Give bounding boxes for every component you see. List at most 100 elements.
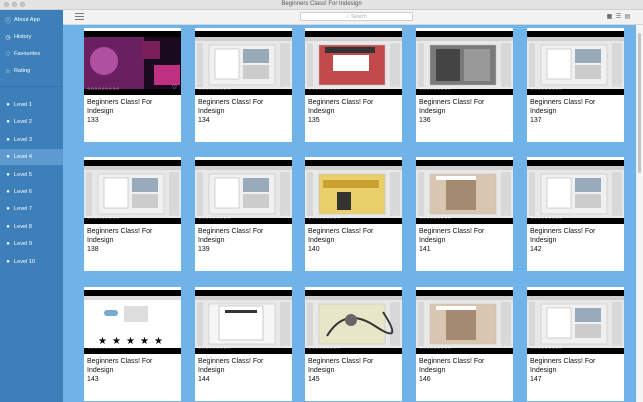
video-card[interactable]: ☆☆☆☆☆☆☆☆☆ ♡ Beginners Class! For Indesign 1… — [84, 157, 181, 271]
rating-stars-icon: ☆☆☆☆☆☆☆☆☆ — [87, 345, 120, 350]
list-view-icon[interactable]: ☰ — [615, 13, 622, 20]
detail-view-icon[interactable]: ▤ — [624, 13, 631, 20]
svg-text:★: ★ — [140, 336, 149, 347]
favourite-heart-icon[interactable]: ♡ — [504, 213, 509, 220]
favourite-heart-icon[interactable]: ♡ — [393, 213, 398, 220]
favourite-heart-icon[interactable]: ♡ — [393, 343, 398, 350]
video-thumbnail[interactable]: ☆☆☆☆☆☆☆☆☆ ♡ — [527, 160, 624, 224]
sidebar-item-level-1[interactable]: ● Level 1 — [0, 97, 63, 113]
rating-stars-icon: ☆☆☆☆☆☆☆☆☆ — [87, 215, 120, 220]
video-title: Beginners Class! For Indesign 145 — [308, 357, 400, 384]
sidebar-item-level-5[interactable]: ● Level 5 — [0, 167, 63, 183]
favourite-heart-icon[interactable]: ♡ — [504, 343, 509, 350]
video-card[interactable]: ☆☆☆☆☆☆☆☆☆ ♡ Beginners Class! For Indesign 1… — [527, 157, 624, 271]
video-grid: ☆☆☆☆☆☆☆☆☆ ♡ Beginners Class! For Indesign 1… — [63, 25, 636, 402]
video-card[interactable]: ☆☆☆☆☆☆☆☆☆ ♡ Beginners Class! For Indesign 1… — [195, 287, 292, 401]
video-title: Beginners Class! For Indesign 147 — [530, 357, 622, 384]
sidebar-item-level-2[interactable]: ● Level 2 — [0, 114, 63, 130]
video-title-text: Beginners Class! For Indesign — [198, 358, 264, 374]
sidebar-item-label: About App — [14, 17, 40, 23]
favourite-heart-icon[interactable]: ♡ — [615, 343, 620, 350]
thumbnail-frame — [527, 37, 624, 89]
sidebar-item-label: Level 7 — [14, 206, 33, 213]
video-card[interactable]: ☆☆☆☆☆☆☆☆☆ ♡ Beginners Class! For Indesign 1… — [416, 28, 513, 142]
sidebar-item-level-4[interactable]: ● Level 4 — [0, 149, 63, 166]
video-card[interactable]: ☆☆☆☆☆☆☆☆☆ ♡ Beginners Class! For Indesign 1… — [416, 287, 513, 401]
star-icon: ☆ — [5, 68, 11, 75]
video-thumbnail[interactable]: ☆☆☆☆☆☆☆☆☆ ♡ — [416, 160, 513, 224]
sidebar-item-level-6[interactable]: ● Level 6 — [0, 184, 63, 200]
scrollbar-thumb[interactable] — [638, 33, 641, 173]
video-thumbnail[interactable]: ☆☆☆☆☆☆☆☆☆ ♡ — [527, 290, 624, 354]
thumbnail-frame — [195, 296, 292, 348]
video-thumbnail[interactable]: ☆☆☆☆☆☆☆☆☆ ♡ — [195, 290, 292, 354]
grid-view-icon[interactable]: ▦ — [606, 13, 613, 20]
video-thumbnail[interactable]: ☆☆☆☆☆☆☆☆☆ ♡ — [416, 31, 513, 95]
sidebar-item-history[interactable]: ◷ History — [0, 29, 63, 45]
video-number: 146 — [419, 376, 431, 383]
video-card[interactable]: ☆☆☆☆☆☆☆☆☆ ♡ Beginners Class! For Indesign 1… — [305, 28, 402, 142]
video-thumbnail[interactable]: ☆☆☆☆☆☆☆☆☆ ♡ — [195, 31, 292, 95]
search-input[interactable]: ⌕ Search — [300, 12, 413, 21]
sidebar-item-about-app[interactable]: ⓘ About App — [0, 12, 63, 28]
video-thumbnail[interactable]: ☆☆☆☆☆☆☆☆☆ ♡ — [84, 160, 181, 224]
video-thumbnail[interactable]: ☆☆☆☆☆☆☆☆☆ ♡ — [305, 31, 402, 95]
video-thumbnail[interactable]: ★ ★ ★ ★ ★ ☆☆☆☆☆☆☆☆☆ ♡ — [84, 290, 181, 354]
video-thumbnail[interactable]: ☆☆☆☆☆☆☆☆☆ ♡ — [305, 160, 402, 224]
video-card[interactable]: ☆☆☆☆☆☆☆☆☆ ♡ Beginners Class! For Indesign 1… — [84, 28, 181, 142]
sidebar-item-rating[interactable]: ☆ Rating — [0, 63, 63, 79]
video-card[interactable]: ☆☆☆☆☆☆☆☆☆ ♡ Beginners Class! For Indesign 1… — [195, 157, 292, 271]
sidebar-item-level-8[interactable]: ● Level 8 — [0, 219, 63, 235]
video-thumbnail[interactable]: ☆☆☆☆☆☆☆☆☆ ♡ — [84, 31, 181, 95]
favourite-heart-icon[interactable]: ♡ — [283, 343, 288, 350]
favourite-heart-icon[interactable]: ♡ — [615, 213, 620, 220]
favourite-heart-icon[interactable]: ♡ — [172, 213, 177, 220]
video-card[interactable]: ☆☆☆☆☆☆☆☆☆ ♡ Beginners Class! For Indesign 1… — [416, 157, 513, 271]
video-thumbnail[interactable]: ☆☆☆☆☆☆☆☆☆ ♡ — [527, 31, 624, 95]
favourite-heart-icon[interactable]: ♡ — [172, 84, 177, 91]
video-card[interactable]: ☆☆☆☆☆☆☆☆☆ ♡ Beginners Class! For Indesign 1… — [305, 157, 402, 271]
video-thumbnail[interactable]: ☆☆☆☆☆☆☆☆☆ ♡ — [416, 290, 513, 354]
thumbnail-frame — [195, 37, 292, 89]
rating-stars-icon: ☆☆☆☆☆☆☆☆☆ — [198, 215, 231, 220]
screenshot-image — [527, 296, 624, 348]
circle-icon: ● — [6, 154, 10, 161]
favourite-heart-icon[interactable]: ♡ — [283, 84, 288, 91]
thumbnail-frame: ★ ★ ★ ★ ★ — [84, 296, 181, 348]
sidebar-item-level-9[interactable]: ● Level 9 — [0, 236, 63, 252]
screenshot-image — [305, 166, 402, 218]
thumbnail-frame — [195, 166, 292, 218]
video-thumbnail[interactable]: ☆☆☆☆☆☆☆☆☆ ♡ — [195, 160, 292, 224]
thumbnail-frame — [305, 37, 402, 89]
scrollbar[interactable] — [637, 25, 643, 402]
video-title-text: Beginners Class! For Indesign — [419, 99, 485, 115]
favourite-heart-icon[interactable]: ♡ — [504, 84, 509, 91]
sidebar-item-level-10[interactable]: ● Level 10 — [0, 254, 63, 270]
video-title-text: Beginners Class! For Indesign — [308, 99, 374, 115]
favourite-heart-icon[interactable]: ♡ — [393, 84, 398, 91]
search-icon: ⌕ — [346, 13, 349, 20]
screenshot-image — [305, 296, 402, 348]
sidebar-item-level-3[interactable]: ● Level 3 — [0, 132, 63, 148]
video-card[interactable]: ☆☆☆☆☆☆☆☆☆ ♡ Beginners Class! For Indesign 1… — [527, 287, 624, 401]
favourite-heart-icon[interactable]: ♡ — [615, 84, 620, 91]
favourite-heart-icon[interactable]: ♡ — [283, 213, 288, 220]
rating-stars-icon: ☆☆☆☆☆☆☆☆☆ — [419, 345, 452, 350]
sidebar-item-label: Favourites — [14, 51, 41, 57]
video-title-text: Beginners Class! For Indesign — [87, 358, 153, 374]
screenshot-image — [195, 37, 292, 89]
favourite-heart-icon[interactable]: ♡ — [172, 343, 177, 350]
circle-icon: ● — [6, 223, 10, 230]
video-card[interactable]: ☆☆☆☆☆☆☆☆☆ ♡ Beginners Class! For Indesign 1… — [527, 28, 624, 142]
video-title: Beginners Class! For Indesign 146 — [419, 357, 511, 384]
sidebar-item-favourites[interactable]: ♡ Favourites — [0, 46, 63, 62]
menu-icon[interactable] — [75, 13, 84, 20]
window-title: Beginners Class! For Indesign — [281, 1, 362, 7]
video-title: Beginners Class! For Indesign 142 — [530, 227, 622, 254]
video-thumbnail[interactable]: ☆☆☆☆☆☆☆☆☆ ♡ — [305, 290, 402, 354]
sidebar-item-level-7[interactable]: ● Level 7 — [0, 201, 63, 217]
video-card[interactable]: ☆☆☆☆☆☆☆☆☆ ♡ Beginners Class! For Indesign 1… — [195, 28, 292, 142]
video-card[interactable]: ☆☆☆☆☆☆☆☆☆ ♡ Beginners Class! For Indesign 1… — [305, 287, 402, 401]
video-card[interactable]: ★ ★ ★ ★ ★ ☆☆☆☆☆☆☆☆☆ ♡ Beginners Class! For Inde… — [84, 287, 181, 401]
thumbnail-frame — [84, 37, 181, 89]
